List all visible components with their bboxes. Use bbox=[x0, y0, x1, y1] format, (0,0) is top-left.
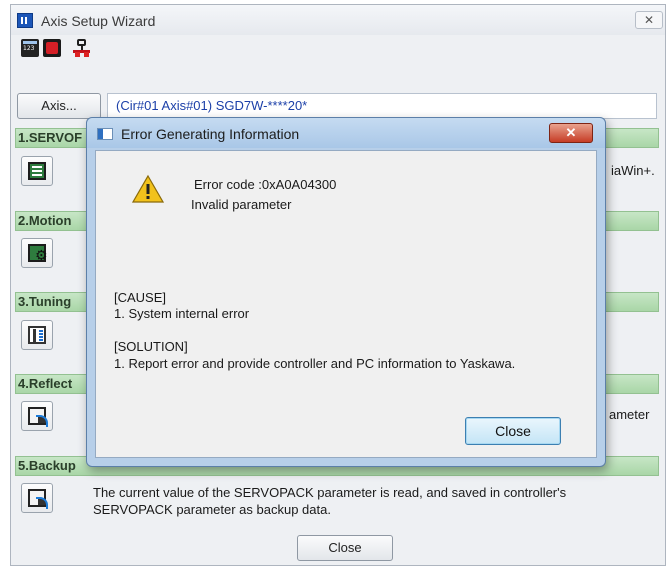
window-close-button[interactable]: ✕ bbox=[635, 11, 663, 29]
wizard-close-button[interactable]: Close bbox=[297, 535, 393, 561]
dialog-title: Error Generating Information bbox=[121, 126, 300, 142]
section-4-description: ameter bbox=[609, 407, 650, 422]
section-5-description-line-2: SERVOPACK parameter as backup data. bbox=[93, 502, 331, 517]
axis-select-button[interactable]: Axis... bbox=[17, 93, 101, 119]
tuning-icon bbox=[28, 326, 46, 344]
toolbar bbox=[15, 37, 175, 61]
section-3-button[interactable] bbox=[21, 320, 53, 350]
error-code-text: Error code :0xA0A04300 bbox=[194, 177, 337, 192]
error-message-text: Invalid parameter bbox=[191, 197, 292, 212]
dialog-title-bar: Error Generating Information ✕ bbox=[87, 118, 605, 148]
section-5-button[interactable] bbox=[21, 483, 53, 513]
warning-icon bbox=[131, 174, 165, 204]
network-icon[interactable] bbox=[73, 39, 91, 57]
cause-item: 1. System internal error bbox=[114, 306, 250, 321]
dialog-window-icon bbox=[97, 128, 113, 140]
gear-icon bbox=[28, 244, 48, 264]
error-dialog: Error Generating Information ✕ Error cod… bbox=[86, 117, 606, 467]
backup-icon bbox=[28, 489, 48, 509]
section-2-button[interactable] bbox=[21, 238, 53, 268]
section-5-description-line-1: The current value of the SERVOPACK param… bbox=[93, 485, 567, 500]
record-icon[interactable] bbox=[43, 39, 61, 57]
window-title: Axis Setup Wizard bbox=[41, 13, 156, 29]
cause-heading: [CAUSE] bbox=[114, 290, 167, 305]
calculator-icon[interactable] bbox=[21, 39, 39, 57]
reflect-icon bbox=[28, 407, 48, 427]
dialog-close-x-button[interactable]: ✕ bbox=[549, 123, 593, 143]
solution-heading: [SOLUTION] bbox=[114, 339, 188, 354]
dialog-close-button[interactable]: Close bbox=[465, 417, 561, 445]
window-title-bar: Axis Setup Wizard ✕ bbox=[11, 5, 665, 35]
monitor-icon bbox=[28, 162, 46, 180]
section-1-button[interactable] bbox=[21, 156, 53, 186]
solution-item: 1. Report error and provide controller a… bbox=[114, 356, 516, 371]
section-1-description: iaWin+. bbox=[611, 163, 655, 178]
axis-value-field: (Cir#01 Axis#01) SGD7W-****20* bbox=[107, 93, 657, 119]
dialog-body: Error code :0xA0A04300 Invalid parameter… bbox=[95, 150, 597, 458]
section-4-button[interactable] bbox=[21, 401, 53, 431]
app-icon bbox=[17, 13, 33, 28]
